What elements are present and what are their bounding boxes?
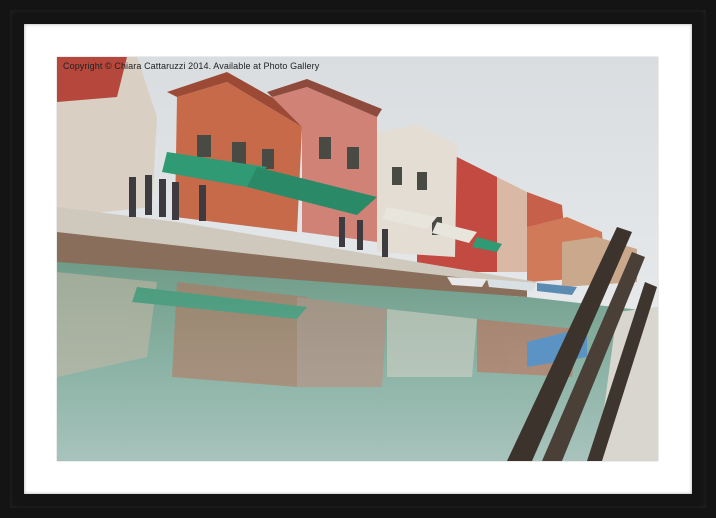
watermark-text: Copyright © Chiara Cattaruzzi 2014. Avai… — [63, 61, 320, 71]
canal-scene — [57, 57, 658, 461]
photo: Copyright © Chiara Cattaruzzi 2014. Avai… — [57, 57, 658, 461]
